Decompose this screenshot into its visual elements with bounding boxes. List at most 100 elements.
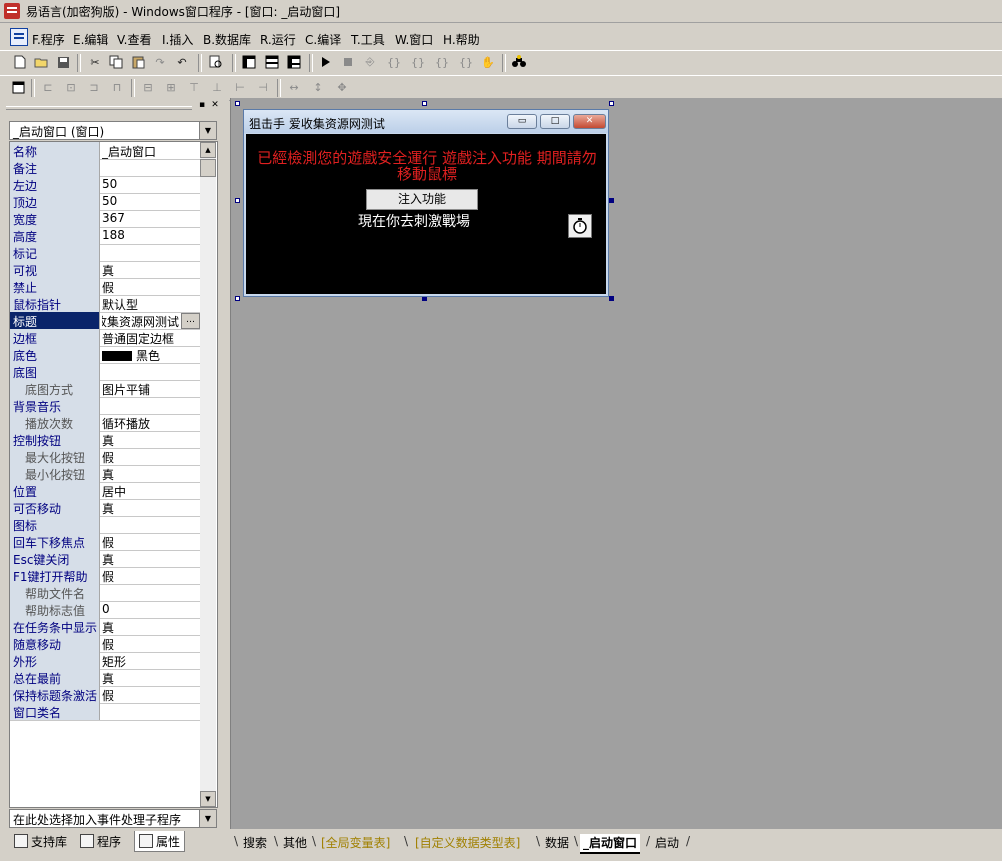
property-row[interactable]: 帮助标志值 0 — [10, 601, 200, 619]
space-v-icon[interactable]: ↔ — [286, 79, 302, 95]
property-value-cell[interactable]: 假 — [102, 279, 198, 296]
open-folder-icon[interactable] — [33, 54, 49, 70]
resize-handle[interactable] — [235, 198, 240, 203]
property-row[interactable]: 控制按钮 真 — [10, 431, 200, 449]
redo-icon[interactable]: ↷ — [152, 54, 168, 70]
property-value-cell[interactable]: 假 — [102, 636, 198, 653]
property-row[interactable]: 标题 收集资源网测试… — [10, 312, 200, 330]
property-row[interactable]: 顶边 50 — [10, 193, 200, 211]
property-value-cell[interactable]: 假 — [102, 687, 198, 704]
property-value-cell[interactable]: 普通固定边框 — [102, 330, 198, 347]
property-row[interactable]: 鼠标指针 默认型 — [10, 295, 200, 313]
property-row[interactable]: 位置 居中 — [10, 482, 200, 500]
layout-left-icon[interactable] — [241, 54, 257, 70]
menu-insert[interactable]: I.插入 — [162, 31, 193, 48]
run-icon[interactable] — [318, 54, 334, 70]
property-value-cell[interactable]: 367 — [102, 211, 198, 225]
resize-handle[interactable] — [609, 101, 614, 106]
step-over-icon[interactable]: {} — [410, 54, 426, 70]
panel-grip[interactable] — [6, 106, 192, 110]
property-row[interactable]: 边框 普通固定边框 — [10, 329, 200, 347]
property-value-cell[interactable]: 假 — [102, 568, 198, 585]
minimize-button[interactable]: ▭ — [507, 114, 537, 129]
scroll-thumb[interactable] — [200, 159, 216, 177]
tab-startup[interactable]: 启动 — [652, 834, 682, 852]
menu-program[interactable]: F.程序 — [32, 31, 65, 48]
property-value-cell[interactable]: 50 — [102, 177, 198, 191]
property-row[interactable]: 最大化按钮 假 — [10, 448, 200, 466]
center-v-icon[interactable]: ⊞ — [163, 79, 179, 95]
panel-close-icon[interactable]: ✕ — [210, 100, 220, 110]
property-value-cell[interactable]: 图片平铺 — [102, 381, 198, 398]
menu-view[interactable]: V.查看 — [117, 31, 151, 48]
run-to-cursor-icon[interactable]: {} — [458, 54, 474, 70]
property-value-cell[interactable]: 50 — [102, 194, 198, 208]
property-value-cell[interactable]: 默认型 — [102, 296, 198, 313]
panel-pin-icon[interactable]: ▪ — [197, 100, 207, 110]
property-row[interactable]: 禁止 假 — [10, 278, 200, 296]
layout-top-icon[interactable] — [264, 54, 280, 70]
property-row[interactable]: 背景音乐 — [10, 397, 200, 415]
property-value-cell[interactable]: 假 — [102, 449, 198, 466]
property-value-cell[interactable]: 真 — [102, 262, 198, 279]
status-label[interactable]: 現在你去刺激戰場 — [358, 211, 470, 231]
same-size-icon[interactable]: ⊢ — [232, 79, 248, 95]
property-row[interactable]: 保持标题条激活假 — [10, 686, 200, 704]
inject-button[interactable]: 注入功能 — [366, 189, 478, 210]
property-row[interactable]: 高度 188 — [10, 227, 200, 245]
property-row[interactable]: 外形 矩形 — [10, 652, 200, 670]
search-binoculars-icon[interactable] — [511, 54, 527, 70]
property-row[interactable]: 宽度 367 — [10, 210, 200, 228]
step-out-icon[interactable]: {} — [434, 54, 450, 70]
property-value-cell[interactable]: 真 — [102, 619, 198, 636]
tab-properties[interactable]: 属性 — [134, 831, 186, 852]
property-value-cell[interactable]: 188 — [102, 228, 198, 242]
property-row[interactable]: 底图 — [10, 363, 200, 381]
property-value-cell[interactable]: 真 — [102, 670, 198, 687]
align-center-icon[interactable]: ⊡ — [63, 79, 79, 95]
property-value-cell[interactable]: 黑色 — [102, 347, 198, 364]
tab-startup-window[interactable]: _启动窗口 — [580, 834, 641, 854]
property-row[interactable]: 播放次数 循环播放 — [10, 414, 200, 432]
cut-icon[interactable]: ✂ — [87, 54, 103, 70]
center-h-icon[interactable]: ⊟ — [140, 79, 156, 95]
tab-custom-types[interactable]: [自定义数据类型表] — [412, 834, 523, 852]
property-row[interactable]: 最小化按钮 真 — [10, 465, 200, 483]
event-selector[interactable]: 在此处选择加入事件处理子程序 ▼ — [9, 809, 217, 828]
property-row[interactable]: 回车下移焦点 假 — [10, 533, 200, 551]
align-right-icon[interactable]: ⊐ — [86, 79, 102, 95]
copy-icon[interactable] — [108, 54, 124, 70]
property-row[interactable]: 图标 — [10, 516, 200, 534]
object-selector[interactable]: _启动窗口 (窗口) ▼ — [9, 121, 217, 140]
property-value-cell[interactable]: 真 — [102, 551, 198, 568]
new-file-icon[interactable] — [12, 54, 28, 70]
ellipsis-button[interactable]: … — [181, 313, 200, 329]
tab-search[interactable]: 搜索 — [240, 834, 270, 852]
property-row[interactable]: F1键打开帮助假 — [10, 567, 200, 585]
find-icon[interactable] — [208, 54, 224, 70]
property-value-cell[interactable]: 循环播放 — [102, 415, 198, 432]
property-row[interactable]: 左边 50 — [10, 176, 200, 194]
property-row[interactable]: 窗口类名 — [10, 703, 200, 721]
layout-both-icon[interactable] — [286, 54, 302, 70]
property-row[interactable]: 在任务条中显示真 — [10, 618, 200, 636]
menu-tools[interactable]: T.工具 — [351, 31, 385, 48]
undo-icon[interactable]: ↶ — [174, 54, 190, 70]
resize-handle[interactable] — [235, 296, 240, 301]
property-value-cell[interactable]: _启动窗口 — [102, 143, 198, 160]
property-value-cell[interactable]: 真 — [102, 500, 198, 517]
property-row[interactable]: 备注 — [10, 159, 200, 177]
tab-data[interactable]: 数据 — [542, 834, 572, 852]
property-row[interactable]: 随意移动 假 — [10, 635, 200, 653]
property-row[interactable]: 总在最前 真 — [10, 669, 200, 687]
breakpoint-hand-icon[interactable]: ✋ — [480, 54, 496, 70]
resize-handle[interactable] — [609, 198, 614, 203]
property-scrollbar[interactable]: ▲ ▼ — [200, 142, 216, 807]
property-row[interactable]: 标记 — [10, 244, 200, 262]
save-icon[interactable] — [55, 54, 71, 70]
align-top-icon[interactable]: ⊓ — [109, 79, 125, 95]
same-height-icon[interactable]: ⊥ — [209, 79, 225, 95]
property-row[interactable]: 可否移动 真 — [10, 499, 200, 517]
property-row[interactable]: Esc键关闭 真 — [10, 550, 200, 568]
center-both-icon[interactable]: ✥ — [334, 79, 350, 95]
